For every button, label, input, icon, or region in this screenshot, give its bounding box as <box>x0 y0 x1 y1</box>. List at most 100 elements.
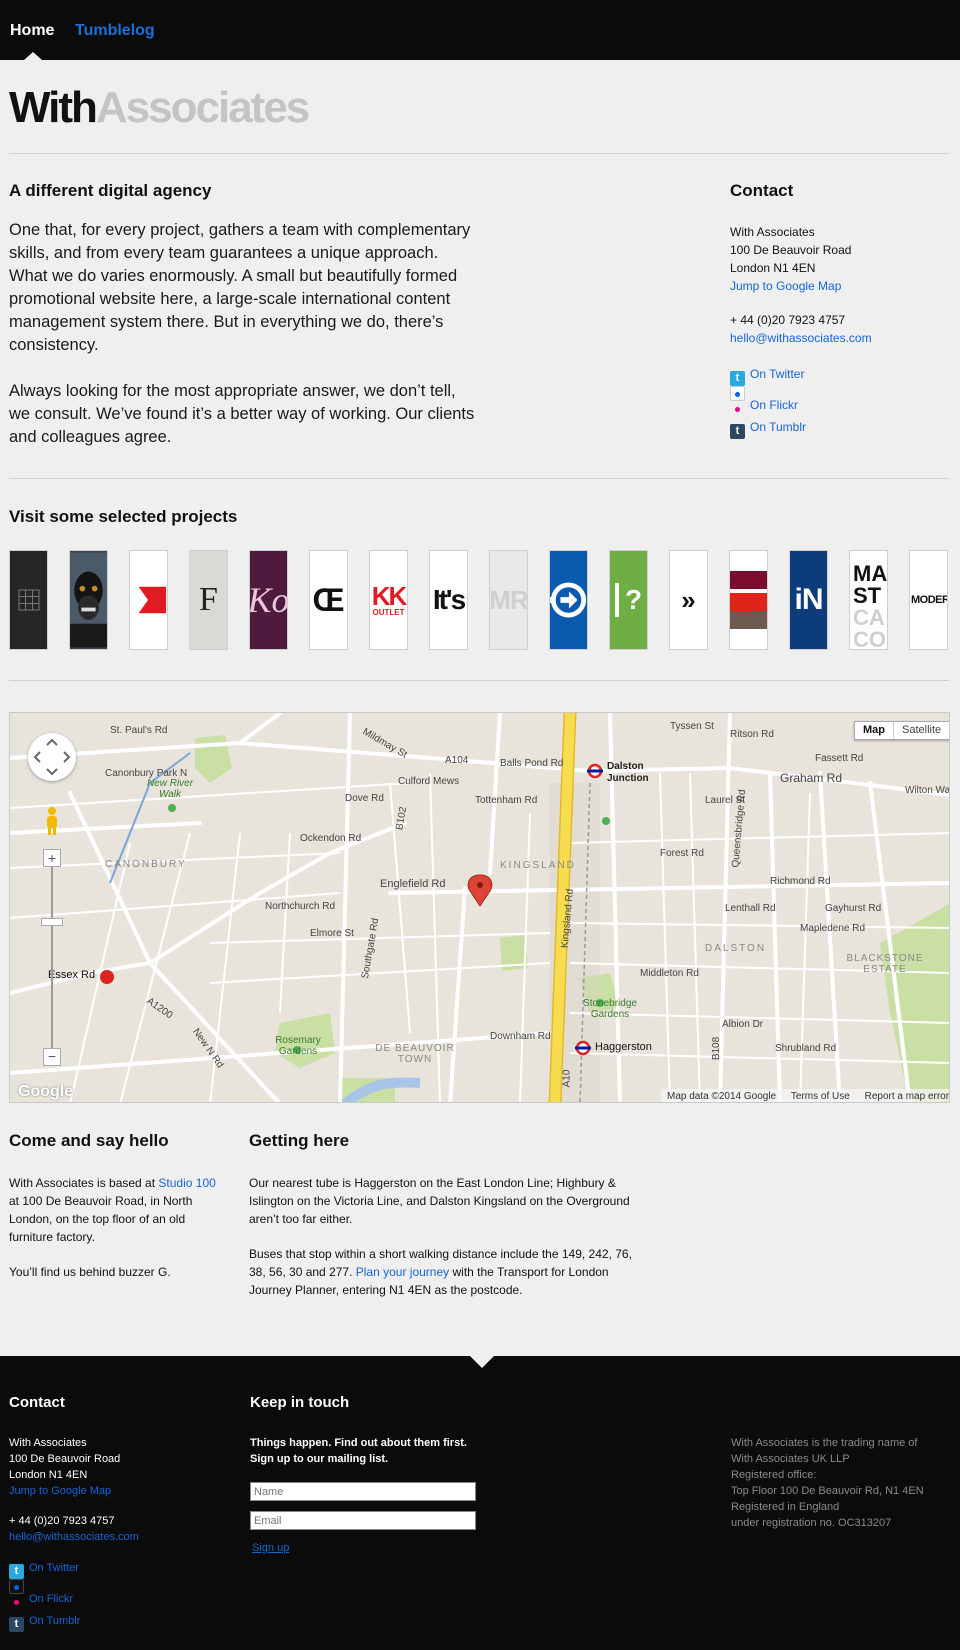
mailing-list-line-1: Things happen. Find out about them first… <box>250 1437 467 1449</box>
footer-city: London N1 4EN <box>9 1469 88 1481</box>
map-label: Englefield Rd <box>380 878 446 890</box>
project-tile-kk-outlet[interactable]: KK OUTLET <box>369 550 408 650</box>
contact-name: With Associates <box>730 225 815 239</box>
map-label: Culford Mews <box>398 776 460 787</box>
tile-kk-text: KK <box>371 581 407 611</box>
zoom-slider-track[interactable] <box>51 854 53 1054</box>
map-terms-link[interactable]: Terms of Use <box>791 1091 850 1102</box>
map-attribution-bar: Map data ©2014 Google Terms of Use Repor… <box>661 1089 949 1102</box>
keep-in-touch-heading: Keep in touch <box>250 1394 350 1411</box>
tile-modern-text: MODERN <box>911 594 947 606</box>
footer-email-link[interactable]: hello@withassociates.com <box>9 1531 139 1543</box>
footer-tumblr-link[interactable]: On Tumblr <box>29 1615 80 1627</box>
map-label: Forest Rd <box>660 848 704 859</box>
zoom-in-button[interactable]: + <box>43 849 61 867</box>
tumblr-icon: t <box>9 1617 24 1632</box>
project-tile-question[interactable]: ? <box>609 550 648 650</box>
footer-address: With Associates 100 De Beauvoir Road Lon… <box>9 1435 229 1545</box>
zoom-slider-handle[interactable] <box>41 918 63 926</box>
project-tile-ko[interactable]: Ko <box>249 550 288 650</box>
tile-in-text: iN <box>794 583 824 616</box>
divider <box>9 680 949 681</box>
twitter-icon: t <box>9 1564 24 1579</box>
street-view-pegman-icon[interactable] <box>43 805 61 837</box>
project-tile-mr[interactable]: MR <box>489 550 528 650</box>
legal-line: Top Floor 100 De Beauvoir Rd, N1 4EN <box>731 1485 924 1497</box>
map-label: Middleton Rd <box>640 968 699 979</box>
flickr-icon <box>730 386 745 412</box>
map-label: Albion Dr <box>722 1019 764 1030</box>
project-tile-red-arrow[interactable] <box>129 550 168 650</box>
flickr-icon <box>9 1579 24 1605</box>
intro-paragraph-1: One that, for every project, gathers a t… <box>9 221 471 354</box>
map-label: A104 <box>445 755 469 766</box>
project-tile-f[interactable]: F <box>189 550 228 650</box>
divider <box>9 153 949 154</box>
twitter-link[interactable]: On Twitter <box>750 367 804 381</box>
site-logo[interactable]: WithAssociates <box>9 80 310 136</box>
legal-line: With Associates UK LLP <box>731 1453 850 1465</box>
tile-st-text: ST <box>853 583 882 608</box>
map-label: Essex Rd <box>48 969 96 981</box>
studio-100-link[interactable]: Studio 100 <box>158 1176 215 1190</box>
project-tile-chevrons[interactable]: » <box>669 550 708 650</box>
hello-paragraph-1: With Associates is based at Studio 100 a… <box>9 1174 219 1246</box>
footer-jump-to-map-link[interactable]: Jump to Google Map <box>9 1485 111 1497</box>
map-label: BLACKSTONE ESTATE <box>846 953 924 975</box>
google-map[interactable]: St. Paul's Rd Balls Pond Rd A104 Dalston… <box>9 712 950 1103</box>
tile-oe-text: Œ <box>312 581 345 618</box>
plan-journey-link[interactable]: Plan your journey <box>356 1265 449 1279</box>
project-tile-stripes[interactable] <box>729 550 768 650</box>
project-tile-masthead[interactable]: MA ST CA CO <box>849 550 888 650</box>
legal-line: Registered office: <box>731 1469 817 1481</box>
footer-twitter-link[interactable]: On Twitter <box>29 1562 79 1574</box>
tumblr-link[interactable]: On Tumblr <box>750 420 806 434</box>
map-label: Ockendon Rd <box>300 833 362 844</box>
projects-heading: Visit some selected projects <box>9 507 238 526</box>
contact-phone: + 44 (0)20 7923 4757 <box>730 313 846 327</box>
footer-name: With Associates <box>9 1437 87 1449</box>
legal-info: With Associates is the trading name of W… <box>731 1435 924 1531</box>
footer-notch <box>470 1356 494 1368</box>
project-tile-arrow[interactable] <box>549 550 588 650</box>
project-tile-its[interactable]: It's <box>429 550 468 650</box>
flickr-link[interactable]: On Flickr <box>750 398 798 412</box>
map-type-control: Map Satellite <box>854 721 949 740</box>
contact-email-link[interactable]: hello@withassociates.com <box>730 331 872 345</box>
project-tile-oe[interactable]: Œ <box>309 550 348 650</box>
sign-up-button[interactable]: Sign up <box>252 1542 289 1554</box>
map-label: New River Walk <box>146 778 194 800</box>
map-label: CANONBURY <box>105 859 187 870</box>
map-label: Tyssen St <box>670 721 714 732</box>
map-pan-control[interactable] <box>28 733 76 781</box>
project-tile-modern[interactable]: MODERN <box>909 550 948 650</box>
getting-paragraph-2: Buses that stop within a short walking d… <box>249 1245 639 1299</box>
red-arrow-logo <box>138 586 167 614</box>
newsletter-email-field[interactable] <box>250 1511 476 1530</box>
map-label: St. Paul's Rd <box>110 725 168 736</box>
map-label: Stonebridge Gardens <box>583 998 637 1020</box>
map-label: Ritson Rd <box>730 729 774 740</box>
map-label: Gayhurst Rd <box>825 903 882 914</box>
tile-outlet-text: OUTLET <box>372 608 405 617</box>
map-type-map-button[interactable]: Map <box>855 722 894 739</box>
map-type-satellite-button[interactable]: Satellite <box>894 722 949 739</box>
map-label: DALSTON <box>705 943 767 954</box>
mailing-list-line-2: Sign up to our mailing list. <box>250 1453 389 1465</box>
zoom-out-button[interactable]: − <box>43 1048 61 1066</box>
newsletter-name-field[interactable] <box>250 1482 476 1501</box>
map-label: Mapledene Rd <box>800 923 866 934</box>
footer-flickr-link[interactable]: On Flickr <box>29 1593 73 1605</box>
tumblr-icon: t <box>730 424 745 439</box>
project-tile-monkey[interactable] <box>69 550 108 650</box>
nav-home-link[interactable]: Home <box>10 22 54 40</box>
nav-tumblelog-link[interactable]: Tumblelog <box>75 22 155 40</box>
grid-icon <box>18 589 39 611</box>
project-tile-in[interactable]: iN <box>789 550 828 650</box>
jump-to-map-link[interactable]: Jump to Google Map <box>730 279 841 293</box>
map-report-error-link[interactable]: Report a map error <box>865 1091 949 1102</box>
project-tile-grid[interactable] <box>9 550 48 650</box>
legal-line: Registered in England <box>731 1501 840 1513</box>
social-links: t On Twitter On Flickr t On Tumblr <box>730 363 806 439</box>
hello-text: With Associates is based at <box>9 1176 159 1190</box>
